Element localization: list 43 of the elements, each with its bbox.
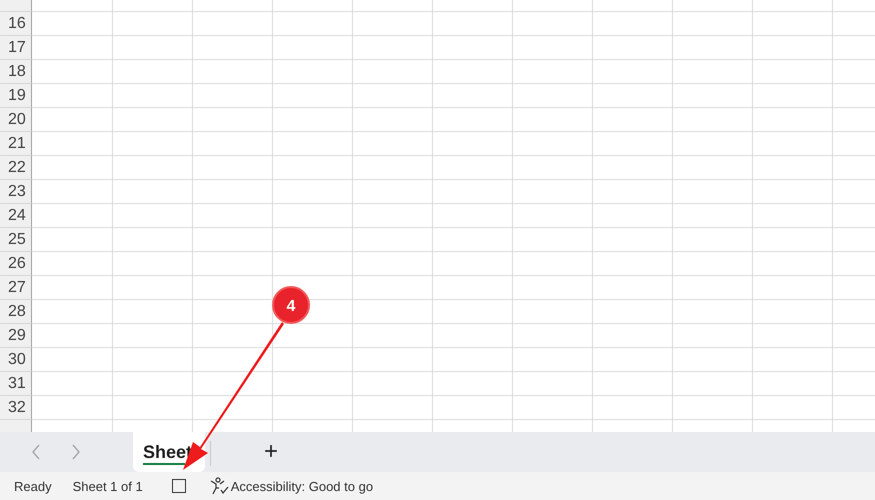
status-text: Ready [14,478,52,494]
row-number[interactable]: 24 [0,204,32,228]
cell-row[interactable] [32,372,875,396]
cell-row[interactable] [32,276,875,300]
accessibility-icon[interactable] [208,477,229,495]
accessibility-status[interactable]: Accessibility: Good to go [230,478,374,494]
cell-row[interactable] [32,108,875,132]
cell-row[interactable] [32,84,875,108]
row-number[interactable]: 27 [0,276,32,300]
chevron-right-icon [71,444,81,460]
cell-row[interactable] [32,132,875,156]
row-number[interactable]: 31 [0,372,32,396]
cell-row[interactable] [32,60,875,84]
row-number[interactable]: 18 [0,60,32,84]
row-number[interactable]: 28 [0,300,32,324]
chevron-left-icon [31,444,41,460]
row-number[interactable]: 25 [0,228,32,252]
row-number[interactable]: 30 [0,348,32,372]
cell-row[interactable] [32,348,875,372]
row-number[interactable]: 23 [0,180,32,204]
row-number[interactable]: 26 [0,252,32,276]
row-number[interactable]: 22 [0,156,32,180]
step-number: 4 [286,298,296,315]
row-number[interactable]: 16 [0,12,32,36]
cell-row[interactable] [32,300,875,324]
cell-row[interactable] [32,396,875,420]
cell-row[interactable] [32,324,875,348]
cell-row[interactable] [32,36,875,60]
row-number[interactable]: 19 [0,84,32,108]
row-number[interactable]: 20 [0,108,32,132]
cell-row[interactable] [32,180,875,204]
cell-row[interactable] [32,156,875,180]
add-sheet-button[interactable]: + [261,432,281,472]
row-number[interactable]: 32 [0,396,32,420]
cell-row[interactable] [32,204,875,228]
sheet-count: Sheet 1 of 1 [72,478,143,494]
cell-row[interactable] [32,228,875,252]
cell-row[interactable] [32,252,875,276]
row-number[interactable]: 29 [0,324,32,348]
row-number[interactable]: 21 [0,132,32,156]
cell-row[interactable] [32,12,875,36]
square-icon[interactable] [172,479,186,493]
row-number[interactable]: 17 [0,36,32,60]
